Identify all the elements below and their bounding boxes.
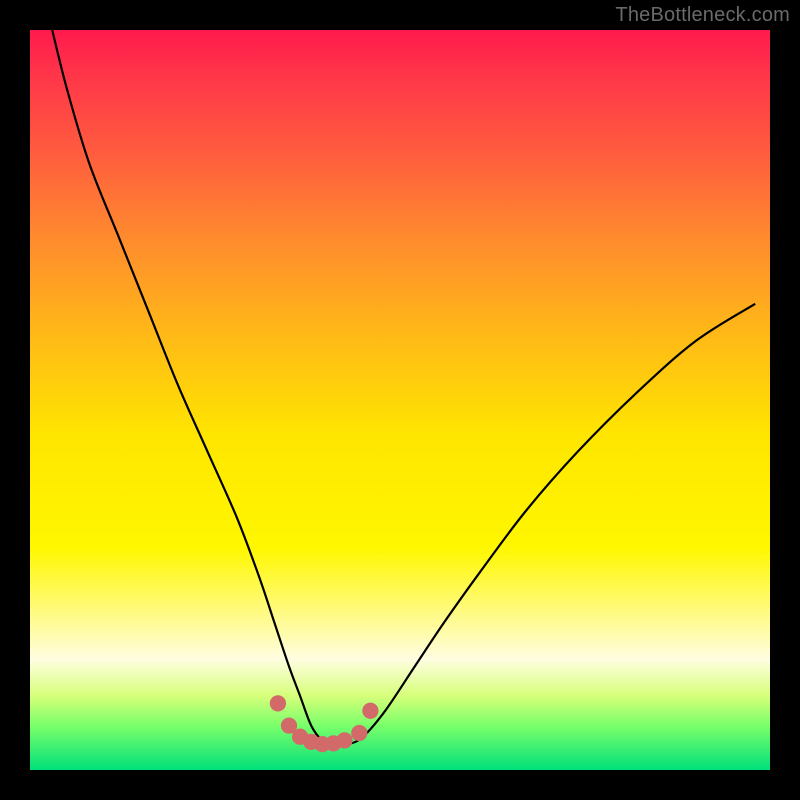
plot-area [30, 30, 770, 770]
valley-marker [351, 725, 367, 741]
valley-marker [362, 703, 378, 719]
watermark-text: TheBottleneck.com [615, 4, 790, 27]
curve-svg [30, 30, 770, 770]
valley-marker [336, 732, 352, 748]
chart-frame: TheBottleneck.com [0, 0, 800, 800]
valley-markers-group [270, 695, 379, 752]
bottleneck-curve [52, 30, 755, 745]
valley-marker [270, 695, 286, 711]
